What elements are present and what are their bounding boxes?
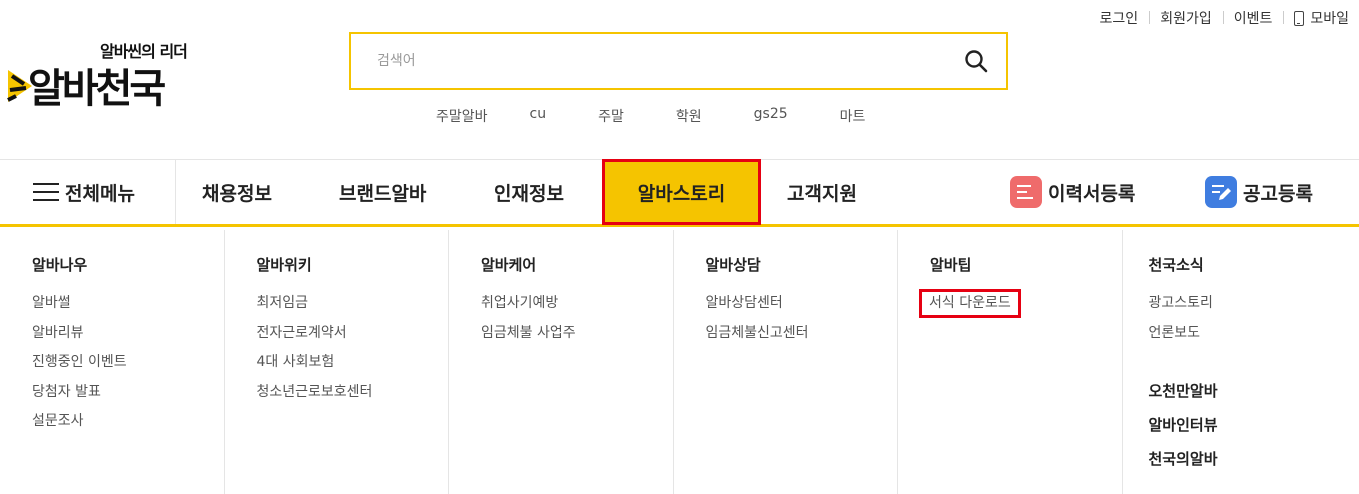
menu-link[interactable]: 언론보도 [1149, 319, 1348, 349]
menu-column-albanow: 알바나우 알바썰 알바리뷰 진행중인 이벤트 당첨자 발표 설문조사 [0, 230, 225, 494]
menu-link[interactable]: 전자근로계약서 [257, 319, 449, 349]
menu-column-title: 알바상담 [705, 256, 761, 274]
menu-link[interactable]: 4대 사회보험 [257, 348, 449, 378]
menu-column-title: 알바위키 [256, 256, 312, 274]
nav-item-albastory[interactable]: 알바스토리 [602, 159, 761, 225]
keyword-link[interactable]: gs25 [754, 106, 788, 126]
menu-link[interactable]: 당첨자 발표 [32, 378, 224, 408]
menu-link[interactable]: 진행중인 이벤트 [32, 348, 224, 378]
menu-column-albatip: 알바팁 서식 다운로드 [898, 230, 1123, 494]
menu-column-title: 천국소식 [1148, 256, 1204, 274]
nav-item-brand[interactable]: 브랜드알바 [339, 160, 426, 224]
menu-column-albawiki: 알바위키 최저임금 전자근로계약서 4대 사회보험 청소년근로보호센터 [225, 230, 449, 494]
keyword-link[interactable]: 주말알바 [436, 106, 488, 126]
keyword-link[interactable]: 학원 [676, 106, 702, 126]
mobile-link-label: 모바일 [1310, 11, 1349, 27]
event-link[interactable]: 이벤트 [1222, 8, 1284, 28]
hamburger-icon [33, 183, 59, 201]
menu-link[interactable]: 알바리뷰 [32, 319, 224, 349]
search-input[interactable] [351, 34, 946, 88]
menu-link[interactable]: 알바썰 [32, 289, 224, 319]
menu-column-albaconsult: 알바상담 알바상담센터 임금체불신고센터 [674, 230, 898, 494]
nav-item-talent[interactable]: 인재정보 [494, 160, 564, 224]
nav-item-jobs[interactable]: 채용정보 [202, 160, 272, 224]
logo-wordmark: 알바천국 [28, 66, 166, 112]
form-download-link[interactable]: 서식 다운로드 [919, 289, 1021, 318]
menu-link[interactable]: 알바상담센터 [706, 289, 898, 319]
menu-link[interactable]: 설문조사 [32, 407, 224, 437]
menu-column-title: 알바케어 [481, 256, 537, 274]
menu-column-albacare: 알바케어 취업사기예방 임금체불 사업주 [449, 230, 674, 494]
mobile-link[interactable]: 모바일 [1283, 8, 1349, 28]
menu-link[interactable]: 청소년근로보호센터 [257, 378, 449, 408]
keyword-link[interactable]: 마트 [840, 106, 866, 126]
menu-column-title: 알바팁 [930, 256, 972, 274]
menu-sub-heading[interactable]: 천국의알바 [1149, 442, 1348, 476]
search-icon [965, 50, 988, 73]
menu-sub-heading[interactable]: 알바인터뷰 [1149, 408, 1348, 442]
nav-item-support[interactable]: 고객지원 [787, 160, 857, 224]
menu-sub-heading[interactable]: 오천만알바 [1149, 374, 1348, 408]
resume-icon [1010, 176, 1042, 208]
search-button[interactable] [946, 34, 1006, 88]
mega-menu: 알바나우 알바썰 알바리뷰 진행중인 이벤트 당첨자 발표 설문조사 알바위키 … [0, 230, 1359, 494]
keyword-link[interactable]: cu [530, 106, 547, 126]
resume-register-button[interactable]: 이력서등록 [1010, 160, 1135, 224]
login-link[interactable]: 로그인 [1089, 8, 1150, 28]
utility-links: 로그인 회원가입 이벤트 모바일 [1089, 8, 1349, 28]
post-register-button[interactable]: 공고등록 [1205, 160, 1313, 224]
menu-column-title: 알바나우 [32, 256, 88, 274]
resume-register-label: 이력서등록 [1048, 182, 1136, 205]
search-box [349, 32, 1008, 90]
menu-link[interactable]: 취업사기예방 [481, 289, 673, 319]
all-menu-label: 전체메뉴 [65, 182, 135, 205]
keyword-link[interactable]: 주말 [598, 106, 624, 126]
pencil-document-icon [1205, 176, 1237, 208]
nav-divider [175, 160, 176, 224]
main-nav: 전체메뉴 채용정보 브랜드알바 인재정보 알바스토리 고객지원 이력서등록 공고… [0, 159, 1359, 227]
signup-link[interactable]: 회원가입 [1149, 8, 1223, 28]
popular-keywords: 주말알바 cu 주말 학원 gs25 마트 [436, 106, 907, 126]
menu-link[interactable]: 광고스토리 [1149, 289, 1348, 319]
mobile-phone-icon [1294, 10, 1305, 26]
post-register-label: 공고등록 [1243, 182, 1313, 205]
menu-link[interactable]: 임금체불 사업주 [481, 319, 673, 349]
menu-link[interactable]: 임금체불신고센터 [706, 319, 898, 349]
menu-link[interactable]: 최저임금 [257, 289, 449, 319]
site-logo[interactable]: 알바씬의 리더 알바천국 [4, 38, 219, 118]
menu-column-news: 천국소식 광고스토리 언론보도 오천만알바 알바인터뷰 천국의알바 [1123, 230, 1348, 494]
all-menu-button[interactable]: 전체메뉴 [33, 160, 135, 224]
